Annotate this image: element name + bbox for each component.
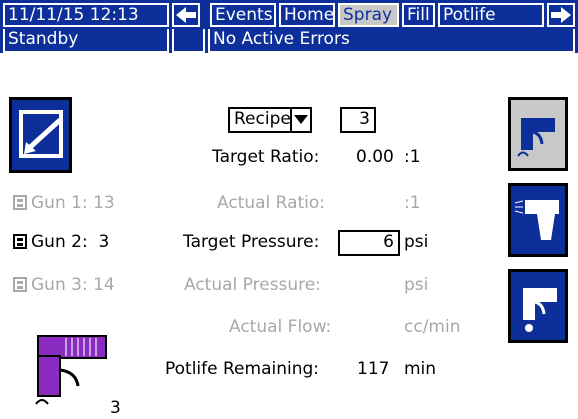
- arrow-right-icon: [551, 7, 571, 23]
- edit-button[interactable]: [9, 97, 72, 173]
- target-ratio-label: Target Ratio:: [212, 147, 320, 167]
- actual-ratio-unit: :1: [404, 193, 421, 213]
- edit-icon: [19, 110, 63, 158]
- datetime-display: 11/11/15 12:13: [3, 3, 169, 27]
- target-pressure-label: Target Pressure:: [183, 232, 320, 252]
- status-mode: Standby: [3, 29, 169, 53]
- recipe-label: Recipe: [228, 107, 292, 133]
- lock-icon: [13, 277, 27, 292]
- potlife-unit: min: [404, 359, 437, 379]
- gun-number-label: 3: [110, 398, 121, 418]
- gun-3-label: Gun 3: 14: [31, 275, 115, 295]
- spray-gun-icon: [523, 288, 557, 332]
- gun-flush-button[interactable]: [508, 269, 568, 343]
- status-blank-cell: [172, 29, 205, 53]
- status-bar: Standby No Active Errors: [0, 29, 578, 53]
- potlife-label: Potlife Remaining:: [165, 359, 320, 379]
- target-ratio-value: 0.00: [356, 147, 394, 167]
- spray-gun-icon: [35, 335, 107, 405]
- target-pressure-field[interactable]: 6: [338, 230, 400, 256]
- actual-ratio-label: Actual Ratio:: [217, 193, 326, 213]
- actual-pressure-label: Actual Pressure:: [184, 275, 321, 295]
- tab-home[interactable]: Home: [279, 3, 335, 27]
- spray-trigger-icon: [514, 200, 559, 240]
- gun-select-button[interactable]: [508, 97, 568, 171]
- tab-spray[interactable]: Spray: [338, 3, 399, 27]
- recipe-value-field[interactable]: 3: [340, 107, 376, 133]
- actual-flow-unit: cc/min: [404, 317, 461, 337]
- target-pressure-unit: psi: [404, 232, 429, 252]
- nav-left-button[interactable]: [172, 3, 200, 27]
- actual-pressure-unit: psi: [404, 275, 429, 295]
- lock-icon: [13, 234, 27, 249]
- header-bar: 11/11/15 12:13 Events Home Spray Fill Po…: [0, 0, 578, 29]
- tab-fill[interactable]: Fill: [402, 3, 435, 27]
- chevron-down-icon: [294, 115, 308, 124]
- spray-gun-icon: [517, 118, 555, 157]
- gun-2-label: Gun 2: 3: [31, 232, 110, 252]
- gun-list-item[interactable]: Gun 3: 14: [12, 275, 115, 295]
- status-errors: No Active Errors: [208, 29, 575, 53]
- target-ratio-unit: :1: [404, 147, 421, 167]
- gun-spray-button[interactable]: [508, 183, 568, 257]
- lock-icon: [13, 195, 27, 210]
- tab-potlife[interactable]: Potlife: [438, 3, 544, 27]
- potlife-value: 117: [357, 359, 390, 379]
- actual-flow-label: Actual Flow:: [229, 317, 332, 337]
- gun-list-item[interactable]: Gun 1: 13: [12, 193, 115, 213]
- gun-1-label: Gun 1: 13: [31, 193, 115, 213]
- tab-events[interactable]: Events: [210, 3, 276, 27]
- gun-list-item[interactable]: Gun 2: 3: [12, 232, 109, 252]
- arrow-left-icon: [176, 7, 196, 23]
- recipe-dropdown-button[interactable]: [290, 107, 312, 133]
- nav-right-button[interactable]: [547, 3, 575, 27]
